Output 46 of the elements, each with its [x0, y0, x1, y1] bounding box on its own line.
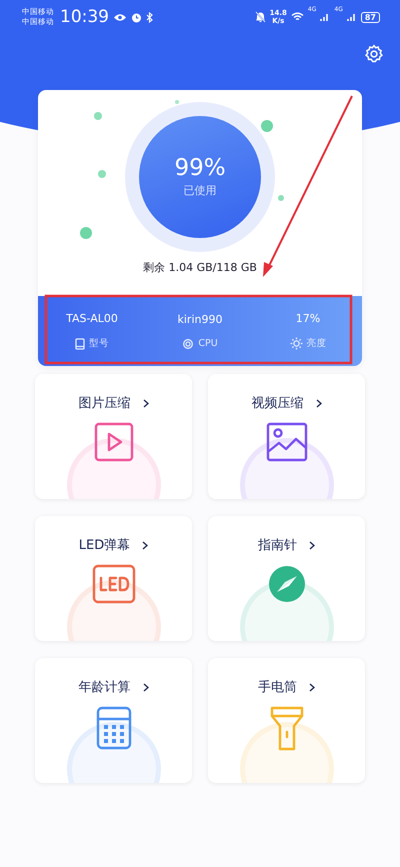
alarm-icon — [131, 12, 142, 22]
tool-card[interactable]: 视频压缩 — [208, 374, 365, 499]
bell-muted-icon — [254, 11, 266, 23]
tool-card[interactable]: 手电筒 — [208, 658, 365, 783]
led-sign-icon — [92, 564, 136, 604]
tool-card[interactable]: 指南针 — [208, 516, 365, 641]
image-icon — [266, 422, 308, 462]
chevron-right-icon — [142, 682, 148, 692]
remaining-storage: 剩余 1.04 GB/118 GB — [143, 260, 257, 274]
info-value: TAS-AL00 — [66, 312, 118, 325]
sun-icon — [290, 337, 302, 350]
bluetooth-icon — [146, 12, 153, 22]
usage-percent: 99% — [174, 155, 226, 181]
tool-title: 视频压缩 — [252, 395, 304, 412]
tool-title: 年龄计算 — [78, 679, 130, 696]
signal-icon — [320, 12, 330, 22]
clock-time: 10:39 — [60, 7, 109, 27]
info-value: 17% — [296, 312, 320, 325]
tool-card[interactable]: LED弹幕 — [35, 516, 192, 641]
compass-icon — [266, 564, 306, 604]
battery-level: 87 — [360, 12, 380, 22]
tool-title: 指南针 — [258, 537, 297, 554]
tool-title: 图片压缩 — [78, 395, 130, 412]
usage-caption: 已使用 — [184, 183, 216, 198]
calculator-icon — [96, 706, 132, 750]
phone-icon — [75, 338, 85, 350]
chevron-right-icon — [309, 540, 315, 550]
chevron-right-icon — [309, 682, 315, 692]
tool-title: LED弹幕 — [78, 537, 130, 554]
tool-title: 手电筒 — [258, 679, 297, 696]
settings-icon[interactable] — [364, 44, 384, 64]
info-label: 亮度 — [306, 337, 326, 350]
chevron-right-icon — [316, 398, 322, 408]
signal-icon — [346, 12, 357, 22]
chip-icon — [182, 338, 194, 350]
chevron-right-icon — [142, 540, 148, 550]
tool-card[interactable]: 图片压缩 — [35, 374, 192, 499]
tool-card[interactable]: 年龄计算 — [35, 658, 192, 783]
chevron-right-icon — [142, 398, 148, 408]
eye-icon — [113, 12, 127, 22]
info-label: 型号 — [89, 337, 109, 350]
info-label: CPU — [198, 338, 218, 349]
flashlight-icon — [268, 706, 304, 752]
wifi-icon — [290, 12, 304, 22]
play-icon — [94, 422, 134, 462]
info-value: kirin990 — [178, 312, 222, 326]
